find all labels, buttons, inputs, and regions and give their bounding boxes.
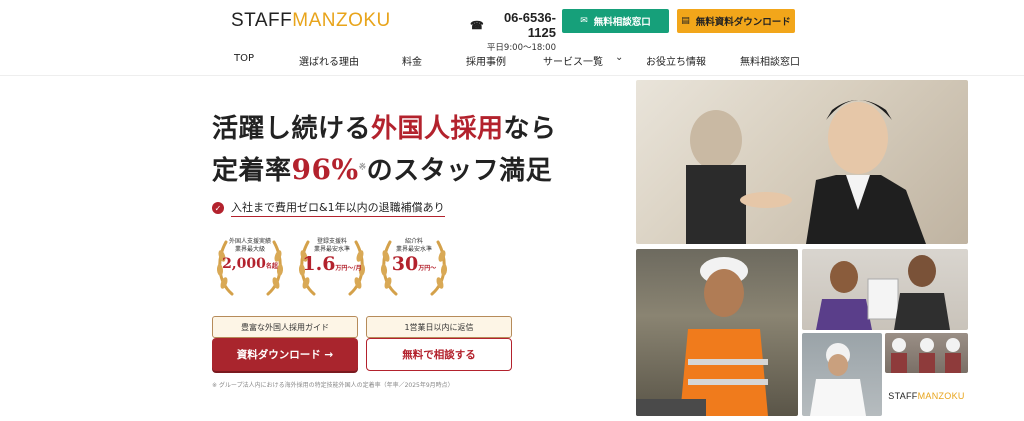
photo-team-clipboard <box>802 249 968 330</box>
badge-support-record: 外国人支援実績 業界最大級 2,000名超 <box>212 228 288 304</box>
guide-tag: 豊富な外国人採用ガイド <box>212 316 358 338</box>
nav-item-consult[interactable]: 無料相談窓口 <box>740 53 800 68</box>
nav-item-services[interactable]: サービス一覧 <box>543 53 603 68</box>
nav-item-reasons[interactable]: 選ばれる理由 <box>299 53 359 68</box>
download-docs-button[interactable]: ▤ 無料資料ダウンロード <box>677 9 795 33</box>
document-icon: ▤ <box>681 16 690 26</box>
photo-factory-worker <box>802 333 882 416</box>
nav-item-cases[interactable]: 採用事例 <box>466 53 506 68</box>
phone-block: ☎ 06-6536-1125 平日9:00〜18:00 <box>470 10 556 53</box>
hero-photo-receptionist <box>636 80 968 244</box>
free-consult-cta[interactable]: 無料で相談する <box>366 338 512 371</box>
site-header: STAFFMANZOKU ☎ 06-6536-1125 平日9:00〜18:00 … <box>0 0 1024 76</box>
free-consult-button[interactable]: ✉ 無料相談窓口 <box>562 9 669 33</box>
chevron-down-icon[interactable]: ⌄ <box>615 52 623 63</box>
download-docs-cta[interactable]: 資料ダウンロード → <box>212 338 358 371</box>
hero-headline-line2: 定着率96%※のスタッフ満足 <box>212 153 553 186</box>
nav-item-top[interactable]: TOP <box>234 53 254 64</box>
hero-headline-line1: 活躍し続ける外国人採用なら <box>212 114 557 144</box>
badge-value: 1.6万円〜/月 <box>302 253 362 275</box>
badge-value: 2,000名超 <box>222 256 278 272</box>
badge-referral-fee: 紹介料 業界最安水準 30万円〜 <box>376 228 452 304</box>
nav-item-resources[interactable]: お役立ち情報 <box>646 53 706 68</box>
mail-icon: ✉ <box>580 16 588 26</box>
photo-food-factory-team <box>885 333 968 373</box>
main-nav: TOP 選ばれる理由 料金 採用事例 サービス一覧 ⌄ お役立ち情報 無料相談窓… <box>0 50 1024 70</box>
badge-value: 30万円〜 <box>391 253 437 275</box>
reply-tag: 1営業日以内に返信 <box>366 316 512 338</box>
site-logo[interactable]: STAFFMANZOKU <box>231 10 391 32</box>
phone-icon: ☎ <box>470 19 484 32</box>
check-icon: ✓ <box>212 202 224 214</box>
footnote: ※ グループ法人内における海外採用の特定技能外国人の定着率（年率／2025年9月… <box>212 382 454 389</box>
logo-tile: STAFF MANZOKU <box>885 376 968 416</box>
photo-construction-worker <box>636 249 798 416</box>
badge-support-fee: 登録支援料 業界最安水準 1.6万円〜/月 <box>294 228 370 304</box>
phone-number[interactable]: ☎ 06-6536-1125 <box>470 10 556 40</box>
guarantee-line: ✓ 入社まで費用ゼロ&1年以内の退職補償あり <box>212 199 445 217</box>
nav-item-pricing[interactable]: 料金 <box>402 53 422 68</box>
